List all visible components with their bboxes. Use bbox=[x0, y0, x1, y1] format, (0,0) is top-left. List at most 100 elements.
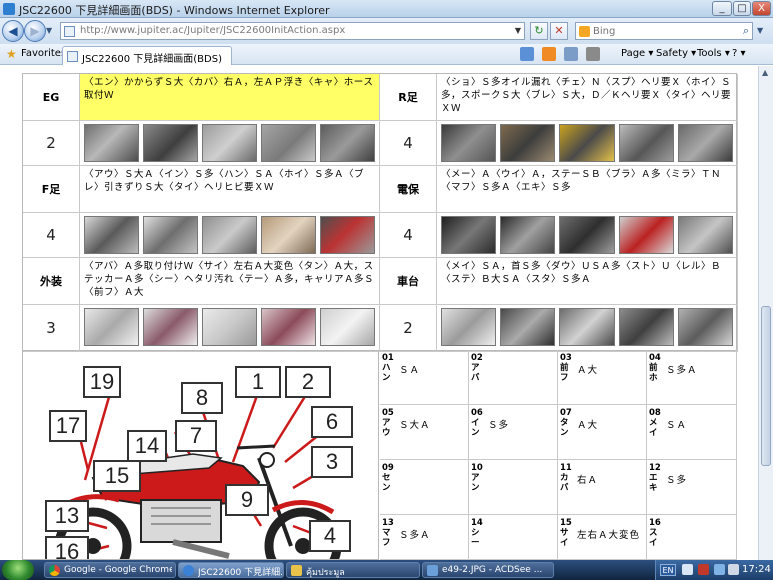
callout-4: 4 bbox=[309, 520, 351, 552]
photo-thumbnail[interactable] bbox=[559, 216, 615, 254]
callout-17: 17 bbox=[49, 410, 87, 442]
photo-thumbnail[interactable] bbox=[320, 124, 375, 162]
photo-thumbnail[interactable] bbox=[500, 308, 556, 346]
language-indicator[interactable]: EN bbox=[660, 564, 676, 576]
photo-thumbnail[interactable] bbox=[618, 216, 674, 254]
favorites-star-icon[interactable]: ★ bbox=[6, 47, 17, 61]
photo-thumbnail[interactable] bbox=[202, 124, 257, 162]
history-dropdown-icon[interactable]: ▼ bbox=[46, 26, 52, 35]
condition-score: 2 bbox=[380, 305, 437, 352]
photo-thumbnail[interactable] bbox=[618, 308, 674, 346]
code-cell: 04前ホ Ｓ多Ａ bbox=[647, 350, 737, 405]
section-comment: 〈アバ〉Ａ多取り付けＷ〈サイ〉左右Ａ大変色〈タン〉Ａ大，ステッカーＡ多〈シー〉ヘ… bbox=[80, 258, 380, 305]
clock[interactable]: 17:24 bbox=[742, 564, 771, 575]
feeds-icon[interactable] bbox=[542, 47, 556, 61]
code-cell: 16スイ bbox=[647, 515, 737, 560]
address-dropdown-icon[interactable]: ▼ bbox=[515, 26, 521, 35]
photo-thumbnail[interactable] bbox=[618, 124, 674, 162]
taskbar-item-label: คุ้มประมูล bbox=[306, 568, 345, 578]
photo-thumbnail[interactable] bbox=[441, 216, 497, 254]
photo-thumbnail[interactable] bbox=[320, 308, 375, 346]
window-titlebar: JSC22600 下見詳細画面(BDS) - Windows Internet … bbox=[0, 0, 773, 18]
photo-thumbnail[interactable] bbox=[84, 124, 139, 162]
photo-thumbnail[interactable] bbox=[677, 216, 734, 254]
browser-tab[interactable]: JSC22600 下見詳細画面(BDS) bbox=[62, 46, 232, 65]
photo-thumbnail[interactable] bbox=[441, 124, 497, 162]
tools-menu[interactable]: Tools ▾ bbox=[697, 48, 730, 59]
code-cell: 09セン bbox=[380, 460, 469, 515]
callout-15: 15 bbox=[93, 460, 141, 492]
search-icon[interactable]: ⌕ bbox=[743, 24, 749, 38]
photo-thumbnail[interactable] bbox=[559, 308, 615, 346]
system-tray: EN 17:24 bbox=[655, 560, 773, 580]
code-value: Ｓ多 bbox=[488, 420, 510, 431]
photo-thumbnail[interactable] bbox=[261, 124, 316, 162]
network-icon[interactable] bbox=[714, 564, 725, 575]
taskbar-item-chrome[interactable]: Google - Google Chrome bbox=[44, 562, 176, 578]
maximize-button[interactable]: □ bbox=[733, 1, 751, 16]
favorites-button[interactable]: Favorites bbox=[21, 48, 66, 59]
photo-thumbnail[interactable] bbox=[441, 308, 497, 346]
code-key: 14シー bbox=[471, 518, 483, 548]
callout-19: 19 bbox=[83, 366, 121, 398]
photo-thumbnail[interactable] bbox=[143, 216, 198, 254]
taskbar-item-folder[interactable]: คุ้มประมูล bbox=[286, 562, 420, 578]
photo-thumbnail[interactable] bbox=[143, 308, 198, 346]
section-comment: 〈ショ〉Ｓ多オイル漏れ〈チェ〉Ｎ〈スプ〉ヘリ要Ｘ〈ホイ〉Ｓ多，スポークＳ大〈ブレ… bbox=[437, 74, 738, 121]
callout-3: 3 bbox=[311, 446, 353, 478]
image-icon bbox=[427, 565, 438, 576]
refresh-button[interactable]: ↻ bbox=[530, 22, 548, 40]
scroll-up-icon[interactable]: ▲ bbox=[762, 68, 768, 77]
security-shield-icon[interactable] bbox=[698, 564, 709, 575]
photo-thumbnail[interactable] bbox=[677, 124, 734, 162]
callout-1: 1 bbox=[235, 366, 281, 398]
photo-thumbnail[interactable] bbox=[84, 308, 139, 346]
minimize-button[interactable]: _ bbox=[712, 1, 732, 16]
help-menu[interactable]: ? ▾ bbox=[732, 48, 746, 59]
photo-thumbnail[interactable] bbox=[500, 124, 556, 162]
code-key: 16スイ bbox=[649, 518, 661, 548]
stop-button[interactable]: ✕ bbox=[550, 22, 568, 40]
safety-menu[interactable]: Safety ▾ bbox=[656, 48, 696, 59]
code-cell: 12エキ Ｓ多 bbox=[647, 460, 737, 515]
print-icon[interactable] bbox=[586, 47, 600, 61]
keyboard-icon[interactable] bbox=[682, 564, 693, 575]
photo-thumbnail[interactable] bbox=[261, 216, 316, 254]
code-key: 02アバ bbox=[471, 353, 483, 383]
close-button[interactable]: X bbox=[752, 1, 771, 16]
photo-strip bbox=[80, 213, 380, 258]
tab-title: JSC22600 下見詳細画面(BDS) bbox=[82, 54, 222, 65]
scrollbar-thumb[interactable] bbox=[761, 306, 771, 466]
code-key: 11カバ bbox=[560, 463, 572, 493]
home-icon[interactable] bbox=[520, 47, 534, 61]
photo-thumbnail[interactable] bbox=[202, 216, 257, 254]
volume-icon[interactable] bbox=[728, 564, 739, 575]
photo-thumbnail[interactable] bbox=[677, 308, 734, 346]
photo-thumbnail[interactable] bbox=[500, 216, 556, 254]
code-cell: 01ハン ＳＡ bbox=[380, 350, 469, 405]
forward-button[interactable]: ▶ bbox=[24, 20, 46, 42]
code-cell: 13マフ Ｓ多Ａ bbox=[380, 515, 469, 560]
page-scrollbar[interactable]: ▲ bbox=[758, 66, 773, 560]
search-input[interactable] bbox=[593, 24, 733, 38]
photo-thumbnail[interactable] bbox=[559, 124, 615, 162]
page-menu[interactable]: Page ▾ bbox=[621, 48, 653, 59]
taskbar-item-ie[interactable]: JSC22600 下見詳細... bbox=[178, 562, 284, 578]
address-url[interactable]: http://www.jupiter.ac/Jupiter/JSC22600In… bbox=[80, 25, 345, 36]
photo-thumbnail[interactable] bbox=[202, 308, 257, 346]
address-field[interactable]: http://www.jupiter.ac/Jupiter/JSC22600In… bbox=[60, 22, 525, 40]
search-options-icon[interactable]: ▼ bbox=[757, 26, 763, 35]
start-button[interactable] bbox=[2, 560, 34, 580]
mail-icon[interactable] bbox=[564, 47, 578, 61]
photo-thumbnail[interactable] bbox=[261, 308, 316, 346]
photo-thumbnail[interactable] bbox=[143, 124, 198, 162]
back-button[interactable]: ◀ bbox=[2, 20, 24, 42]
photo-thumbnail[interactable] bbox=[84, 216, 139, 254]
section-label: EG bbox=[23, 74, 80, 121]
search-box[interactable]: ⌕ bbox=[575, 22, 753, 40]
taskbar-item-label: JSC22600 下見詳細... bbox=[198, 568, 282, 578]
taskbar-item-acdsee[interactable]: e49-2.JPG - ACDSee ... bbox=[422, 562, 554, 578]
photo-thumbnail[interactable] bbox=[320, 216, 375, 254]
ie-icon bbox=[183, 565, 194, 576]
chrome-icon bbox=[49, 565, 60, 576]
